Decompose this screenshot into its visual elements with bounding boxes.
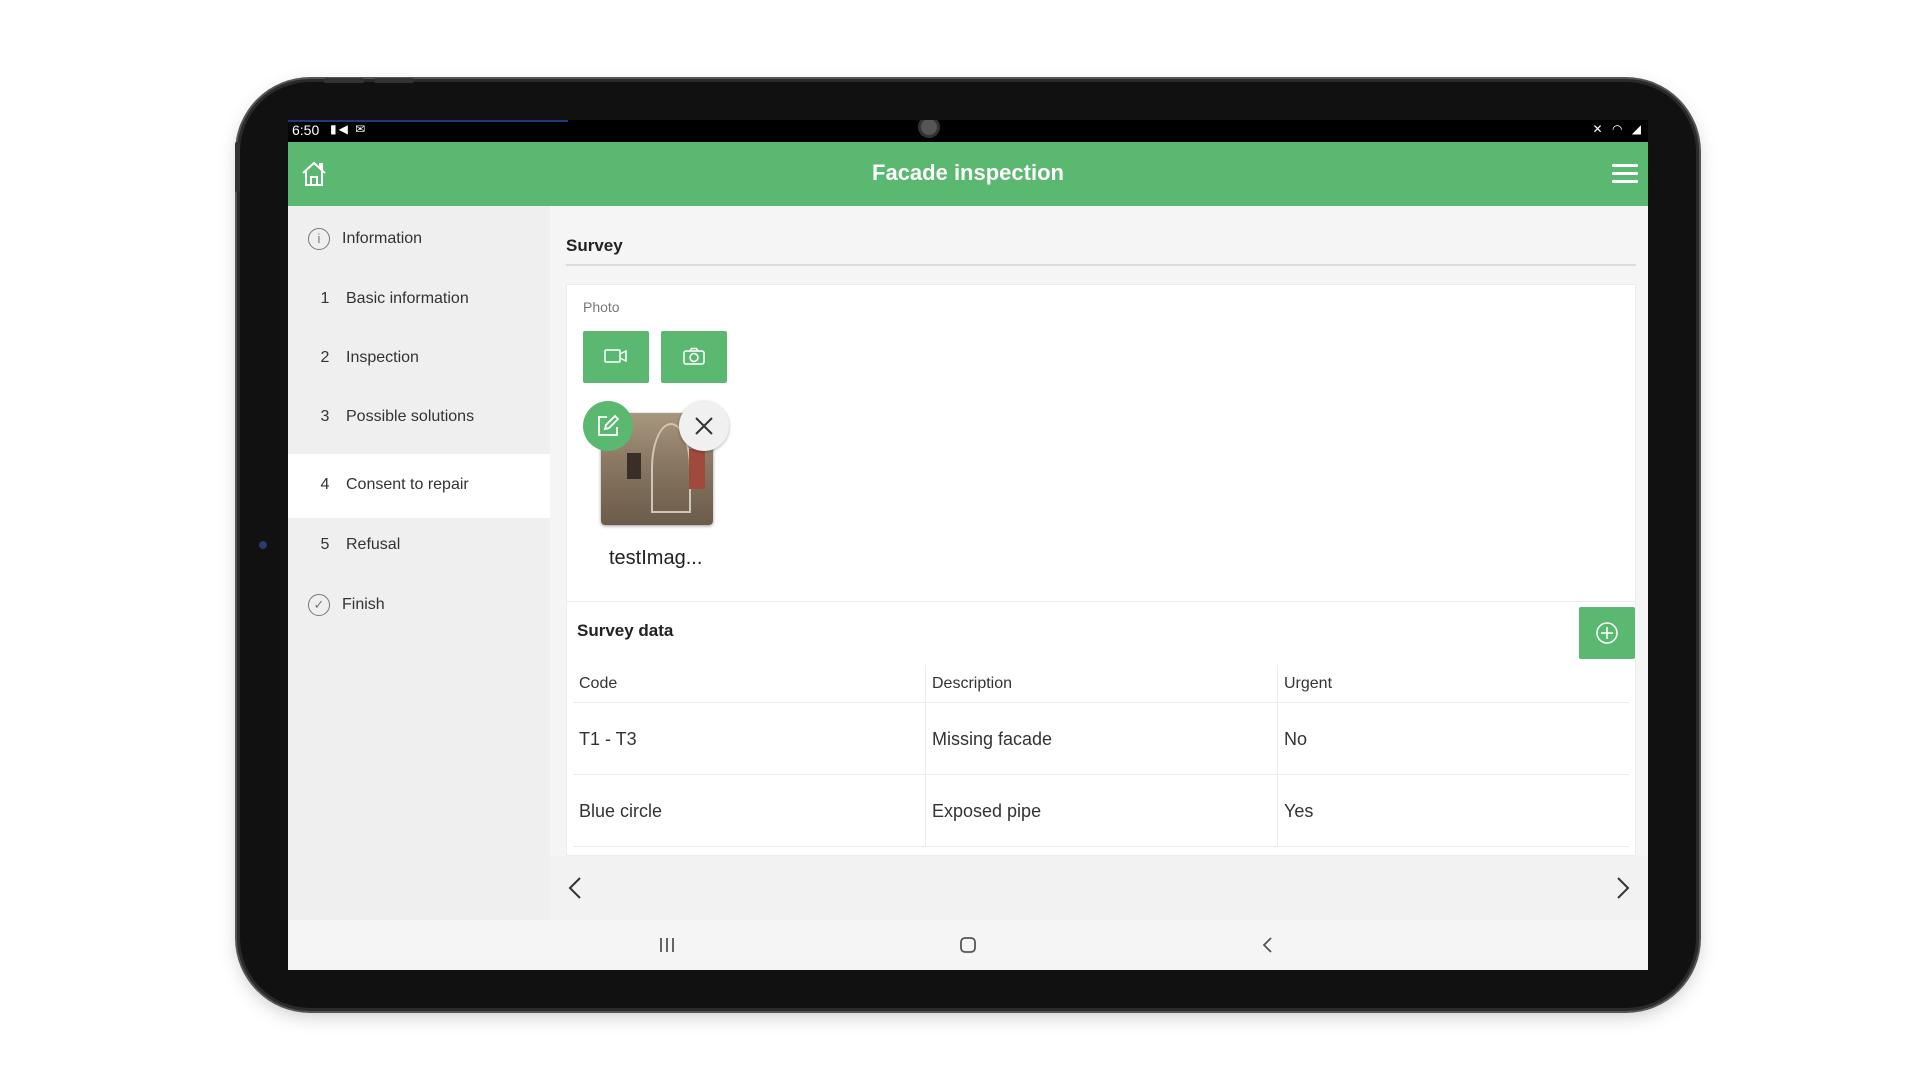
table-row[interactable]: T1 - T3 Missing facade No [573,703,1629,775]
section-divider [566,264,1636,266]
sidebar-item-label: Basic information [346,290,469,307]
survey-data-title: Survey data [577,621,674,640]
step-number: 1 [320,290,330,307]
hamburger-menu-icon[interactable] [1612,164,1638,184]
close-icon [695,417,713,435]
recent-apps-icon[interactable] [655,933,679,957]
step-number: 5 [320,536,330,553]
sidebar-item-information[interactable]: i Information [288,208,550,272]
info-icon: i [308,228,330,250]
table-cell: Exposed pipe [925,775,1277,846]
table-cell: T1 - T3 [579,729,637,749]
video-icon: ▮◀ [330,122,350,136]
photo-filename: testImag... [609,547,703,569]
video-camera-icon [604,349,627,363]
check-circle-icon: ✓ [308,594,330,616]
tablet-frame: 6:50 ▮◀ ✉ ✕ ◠ ◢ Facade inspection i Info… [235,78,1696,1008]
mute-icon: ✕ [1592,122,1606,136]
battery-icon: ◢ [1631,122,1644,136]
wifi-icon: ◠ [1611,122,1626,136]
gmail-icon: ✉ [355,122,368,136]
step-number: 2 [320,349,330,366]
take-photo-button[interactable] [661,331,727,383]
sidebar-item-label: Information [342,230,423,247]
sidebar-item-label: Consent to repair [346,476,469,493]
plus-circle-icon [1596,622,1618,644]
section-divider [567,601,1635,602]
sidebar-item-finish[interactable]: ✓ Finish [288,574,550,638]
back-icon[interactable] [1256,933,1280,957]
table-row[interactable]: Blue circle Exposed pipe Yes [573,775,1629,847]
screen: 6:50 ▮◀ ✉ ✕ ◠ ◢ Facade inspection i Info… [288,120,1648,970]
sidebar-item-inspection[interactable]: 2 Inspection [288,327,550,391]
pager-bar [550,856,1648,920]
chevron-left-icon[interactable] [562,874,590,902]
table-header-row: Code Description Urgent [573,665,1629,703]
chevron-right-icon[interactable] [1608,874,1636,902]
edit-photo-button[interactable] [583,401,633,451]
sidebar-item-basic-information[interactable]: 1 Basic information [288,268,550,332]
status-time: 6:50 [292,122,320,138]
sidebar-item-label: Refusal [346,536,401,553]
sensor-dot [259,541,267,549]
volume-button [324,78,364,83]
sidebar-item-refusal[interactable]: 5 Refusal [288,514,550,578]
table-cell: Yes [1277,775,1629,846]
table-cell: No [1277,703,1629,774]
sidebar-item-possible-solutions[interactable]: 3 Possible solutions [288,386,550,450]
step-sidebar: i Information 1 Basic information 2 Insp… [288,206,550,920]
survey-data-table: Code Description Urgent T1 - T3 Missing … [573,665,1629,847]
camera-icon [683,347,705,365]
delete-photo-button[interactable] [679,401,729,451]
photo-label: Photo [583,299,620,315]
power-button [374,78,414,83]
edit-icon [598,414,620,436]
sidebar-item-label: Finish [342,596,385,613]
status-bar: 6:50 ▮◀ ✉ ✕ ◠ ◢ [288,120,1648,142]
table-cell: Missing facade [925,703,1277,774]
sidebar-item-consent-to-repair[interactable]: 4 Consent to repair [288,454,550,518]
step-number: 4 [320,476,330,493]
android-nav-bar [288,920,1648,970]
home-circle-icon[interactable] [956,933,980,957]
system-icons: ✕ ◠ ◢ [1593,122,1644,136]
section-title: Survey [566,236,623,255]
side-button [235,142,240,192]
add-survey-data-button[interactable] [1579,607,1635,659]
main-body: i Information 1 Basic information 2 Insp… [288,206,1648,920]
page-title: Facade inspection [872,160,1064,185]
survey-content: Survey Photo testImag... Survey data Cod… [550,206,1648,856]
step-number: 3 [320,408,330,425]
sidebar-item-label: Possible solutions [346,408,475,425]
column-header-urgent[interactable]: Urgent [1277,665,1629,702]
sidebar-item-label: Inspection [346,349,419,366]
survey-card: Photo testImag... Survey data Code Descr… [566,284,1636,856]
column-header-code[interactable]: Code [573,665,925,702]
table-cell: Blue circle [579,801,663,821]
column-header-description[interactable]: Description [925,665,1277,702]
record-video-button[interactable] [583,331,649,383]
app-header: Facade inspection [288,142,1648,206]
notification-icons: ▮◀ ✉ [330,122,367,136]
